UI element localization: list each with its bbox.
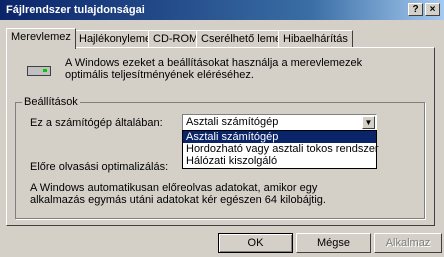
apply-button[interactable]: Alkalmaz — [374, 233, 442, 253]
help-button[interactable]: ? — [408, 3, 423, 16]
tab-panel: A Windows ezeket a beállításokat használ… — [6, 47, 435, 226]
dropdown-option-server[interactable]: Hálózati kiszolgáló — [183, 155, 376, 167]
chevron-down-icon[interactable]: ▼ — [362, 116, 375, 129]
dropdown-option-desktop[interactable]: Asztali számítógép — [183, 131, 376, 143]
settings-group-label: Beállítások — [22, 96, 80, 108]
readahead-description: A Windows automatikusan előreolvas adato… — [30, 182, 326, 206]
dropdown-option-portable[interactable]: Hordozható vagy asztali tokos rendszer — [183, 143, 379, 155]
intro-text: A Windows ezeket a beállításokat használ… — [65, 57, 363, 81]
cancel-button[interactable]: Mégse — [296, 233, 371, 253]
window-title: Fájlrendszer tulajdonságai — [6, 4, 145, 16]
machine-type-dropdown: Asztali számítógép Hordozható vagy aszta… — [182, 130, 379, 169]
machine-type-select[interactable]: Asztali számítógép ▼ — [182, 114, 377, 131]
machine-type-value: Asztali számítógép — [186, 116, 279, 128]
machine-type-label: Ez a számítógép általában: — [30, 117, 163, 129]
tab-merevlemez[interactable]: Merevlemez — [6, 28, 76, 49]
ok-button[interactable]: OK — [218, 233, 293, 253]
readahead-label: Előre olvasási optimalizálás: — [30, 161, 169, 173]
close-button[interactable]: × — [425, 3, 440, 16]
tab-cd-rom[interactable]: CD-ROM — [148, 30, 204, 48]
hard-drive-icon — [27, 66, 51, 76]
tab-hibaelharitas[interactable]: Hibaelhárítás — [278, 30, 353, 48]
title-bar: Fájlrendszer tulajdonságai ? × — [0, 0, 444, 20]
settings-group: Beállítások Ez a számítógép általában: A… — [15, 96, 425, 219]
